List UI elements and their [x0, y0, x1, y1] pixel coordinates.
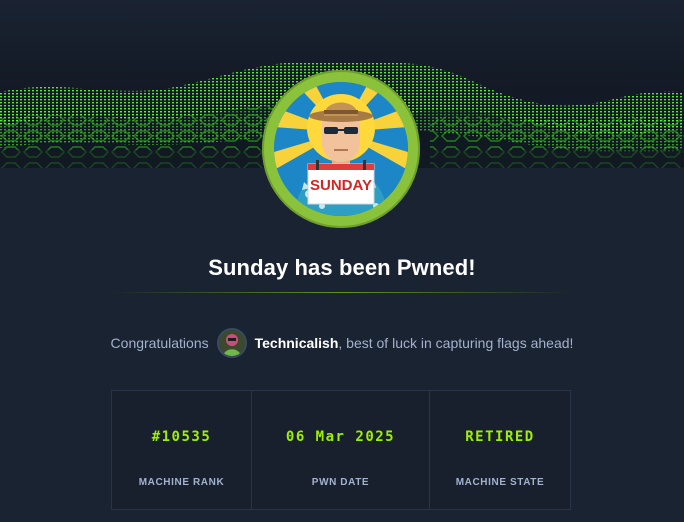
- pwn-date-value: 06 Mar 2025: [285, 429, 396, 445]
- machine-avatar: SUNDAY: [262, 70, 420, 228]
- user-avatar-icon[interactable]: [216, 328, 247, 358]
- pwn-date-label: PWN DATE: [311, 477, 370, 488]
- congratulations-line: Congratulations Technicalish , best of l…: [0, 326, 684, 360]
- stat-pwn-date: 06 Mar 2025 PWN DATE: [252, 391, 430, 509]
- username-link[interactable]: Technicalish: [255, 335, 339, 351]
- machine-rank-value: #10535: [151, 429, 212, 445]
- machine-state-label: MACHINE STATE: [455, 477, 545, 488]
- machine-badge-text: SUNDAY: [310, 177, 372, 194]
- machine-state-value: RETIRED: [465, 429, 535, 445]
- congrats-prefix: Congratulations: [110, 335, 209, 351]
- stat-machine-state: RETIRED MACHINE STATE: [430, 391, 570, 509]
- pwned-page: SUNDAY Sunday has been Pwned! Congratula…: [0, 0, 684, 522]
- congrats-suffix: , best of luck in capturing flags ahead!: [338, 335, 574, 351]
- sunday-machine-icon: SUNDAY: [274, 82, 408, 216]
- title-divider: [112, 292, 572, 293]
- pwn-stats-panel: #10535 MACHINE RANK 06 Mar 2025 PWN DATE…: [111, 390, 571, 510]
- pwned-title: Sunday has been Pwned!: [208, 255, 476, 280]
- machine-rank-label: MACHINE RANK: [138, 477, 225, 488]
- stat-machine-rank: #10535 MACHINE RANK: [112, 391, 252, 509]
